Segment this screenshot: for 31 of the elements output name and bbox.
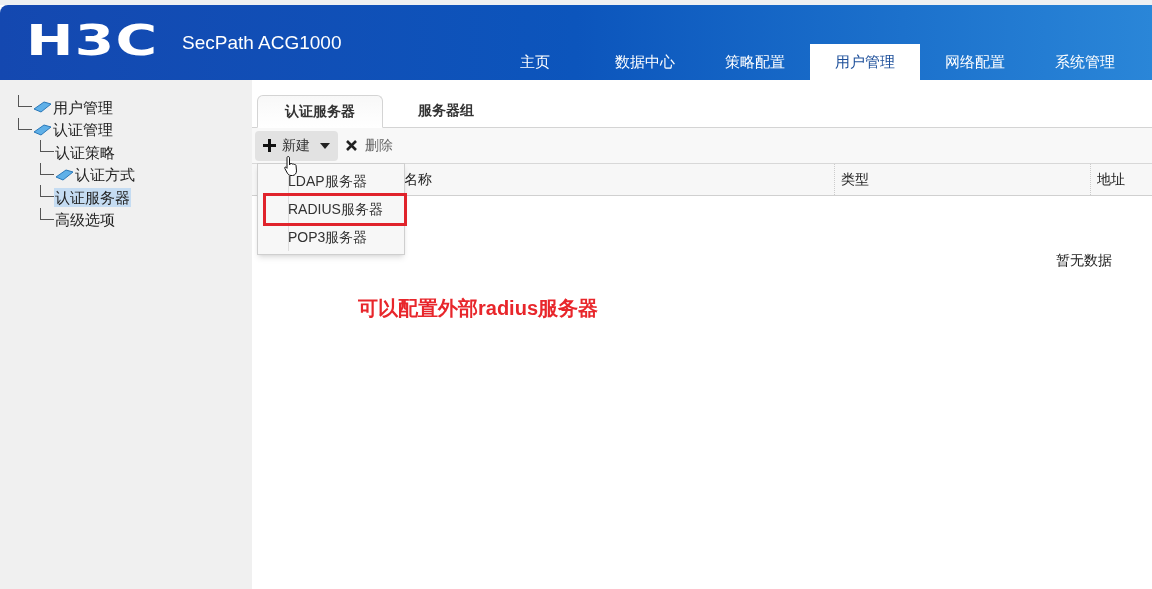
folder-icon [32, 123, 52, 136]
annotation-text: 可以配置外部radius服务器 [358, 297, 599, 319]
product-title: SecPath ACG1000 [182, 31, 342, 56]
delete-button[interactable]: 删除 [346, 135, 393, 156]
menu-item[interactable]: RADIUS服务器 [266, 195, 404, 223]
plus-icon [263, 139, 276, 152]
tree-item[interactable]: 认证方式 [74, 165, 136, 185]
nav-tab[interactable]: 主页 [480, 44, 590, 80]
new-button[interactable]: 新建 [255, 130, 338, 161]
tab[interactable]: 服务器组 [383, 94, 509, 127]
nav-tab[interactable]: 策略配置 [700, 44, 810, 80]
folder-icon [32, 101, 52, 114]
column-header: 类型 [841, 170, 869, 189]
nav-tab[interactable]: 网络配置 [920, 44, 1030, 80]
column-header: 名称 [404, 170, 432, 189]
nav-tab[interactable]: 数据中心 [590, 44, 700, 80]
column-header: 地址 [1097, 170, 1125, 189]
tree-item[interactable]: 认证策略 [54, 142, 116, 162]
menu-item[interactable]: POP3服务器 [266, 223, 404, 251]
folder-icon [54, 168, 74, 181]
nav-tab[interactable]: 用户管理 [810, 44, 920, 80]
close-icon [346, 140, 357, 151]
tree-item[interactable]: 高级选项 [54, 210, 116, 230]
menu-item[interactable]: LDAP服务器 [266, 167, 404, 195]
nav-tab[interactable]: 系统管理 [1030, 44, 1140, 80]
caret-icon [320, 142, 330, 149]
tree-item[interactable]: 认证服务器 [54, 187, 131, 207]
tab[interactable]: 认证服务器 [257, 95, 383, 128]
empty-message: 暂无数据 [1056, 251, 1112, 270]
tree-item[interactable]: 用户管理 [52, 97, 114, 117]
tree-item[interactable]: 认证管理 [52, 120, 114, 140]
